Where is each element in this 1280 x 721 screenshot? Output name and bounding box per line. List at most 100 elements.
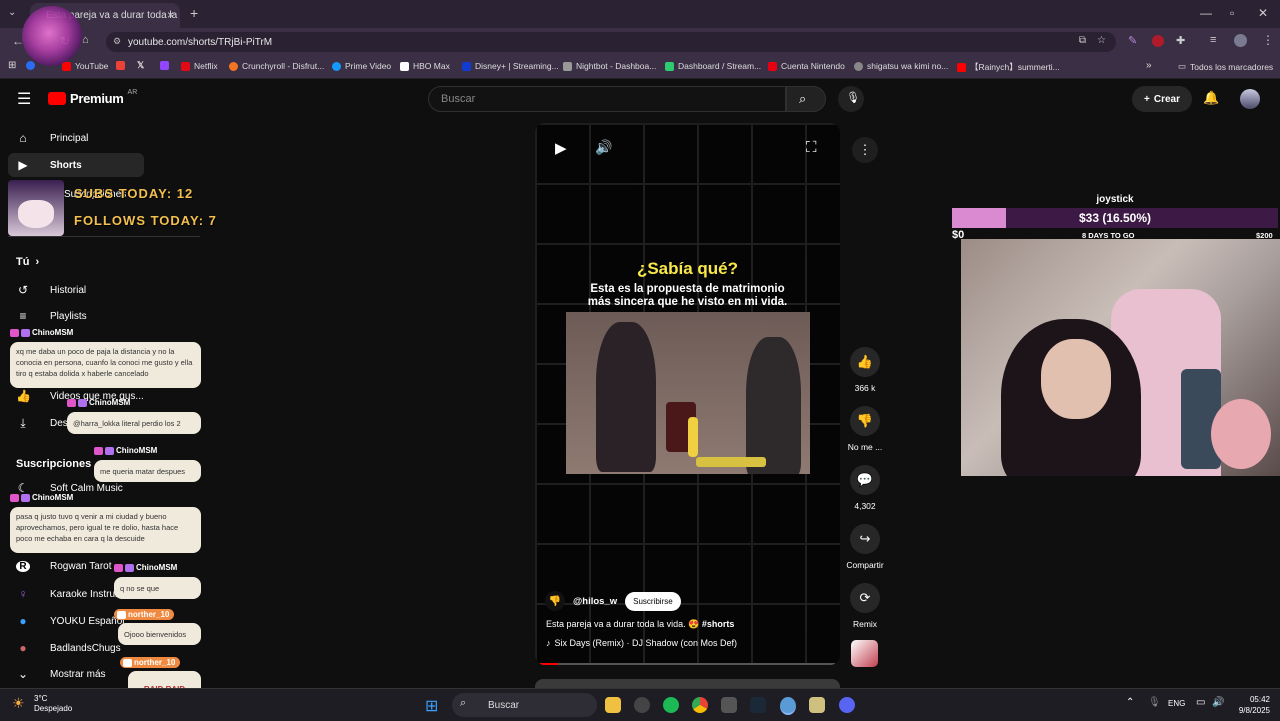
url-field[interactable]: ⚙ youtube.com/shorts/TRjBi-PiTrM ⧉ ☆: [106, 32, 1116, 52]
video-progress-track[interactable]: [540, 663, 835, 665]
chat-username: ChinoMSM: [94, 446, 157, 455]
install-icon[interactable]: ⧉: [1079, 35, 1086, 46]
tab-search-icon[interactable]: ≡: [1210, 34, 1216, 46]
heart-badge-icon: [21, 493, 30, 502]
windows-start-icon[interactable]: ⊞: [425, 696, 438, 716]
bookmark-crunchyroll[interactable]: Crunchyroll - Disfrut...: [229, 61, 324, 71]
like-button[interactable]: 👍 366 k: [845, 347, 885, 393]
profile-avatar[interactable]: [1234, 34, 1247, 47]
hamburger-menu-icon[interactable]: ☰: [17, 89, 31, 109]
close-tab-icon[interactable]: ×: [167, 8, 174, 22]
channel-name[interactable]: @hilos_w: [573, 596, 617, 607]
comments-button[interactable]: 💬 4,302: [845, 465, 885, 511]
bookmark-star-icon[interactable]: ☆: [1097, 35, 1106, 46]
weather-icon[interactable]: ☀: [12, 695, 25, 712]
pen-icon[interactable]: ✎: [1128, 34, 1137, 47]
weather-widget[interactable]: 3°C Despejado: [34, 694, 72, 714]
gmail-icon[interactable]: [116, 61, 125, 70]
voice-search-button[interactable]: 🎙: [838, 86, 864, 112]
chat-message: q no se que: [114, 577, 201, 599]
minimize-icon[interactable]: —: [1200, 6, 1212, 20]
file-explorer-icon[interactable]: [605, 697, 621, 713]
bookmark-rainych[interactable]: 【Rainych】summerti...: [957, 61, 1060, 73]
mic-tray-icon[interactable]: 🎙: [1148, 697, 1161, 708]
sidebar-item-you[interactable]: Tú ›: [16, 256, 39, 268]
clock[interactable]: 05:42 9/8/2025: [1226, 694, 1270, 716]
language-indicator[interactable]: ENG: [1168, 699, 1185, 708]
person-left: [596, 322, 656, 472]
bookmark-netflix[interactable]: Netflix: [181, 61, 218, 71]
audio-thumbnail[interactable]: [851, 640, 878, 667]
twitch-icon[interactable]: [160, 61, 169, 70]
youtube-play-logo-icon: [48, 92, 66, 105]
channel-avatar-icon[interactable]: 👎: [545, 591, 565, 611]
plus-icon: +: [1144, 93, 1150, 105]
browser-active-icon[interactable]: [780, 697, 796, 715]
volume-tray-icon[interactable]: 🔊: [1212, 697, 1224, 708]
more-options-icon[interactable]: ⋮: [852, 137, 878, 163]
menu-dots-icon[interactable]: ⋮: [1262, 33, 1274, 47]
ublock-icon[interactable]: [1152, 35, 1164, 47]
sidebar-item-home[interactable]: ⌂ Principal: [16, 131, 88, 145]
search-input[interactable]: Buscar: [428, 86, 786, 112]
network-icon[interactable]: ▭: [1196, 697, 1205, 708]
all-bookmarks-folder[interactable]: ▭ Todos los marcadores: [1178, 61, 1273, 72]
app-icon[interactable]: [721, 697, 737, 713]
taskbar-search[interactable]: ⌕ Buscar: [452, 693, 597, 717]
channel-youku-espanol[interactable]: ● YOUKU Español: [16, 614, 124, 628]
address-bar-row: ← → ↻ ⌂ ⚙ youtube.com/shorts/TRjBi-PiTrM…: [0, 28, 1280, 56]
youtube-logo[interactable]: Premium AR: [48, 89, 137, 106]
channel-rogwan-tarot[interactable]: R Rogwan Tarot: [16, 561, 112, 572]
app-icon[interactable]: [809, 697, 825, 713]
apps-grid-icon[interactable]: ⊞: [8, 60, 16, 71]
bookmark-hbo-max[interactable]: HBO Max: [400, 61, 450, 71]
fullscreen-icon[interactable]: ⛶: [806, 139, 817, 156]
sidebar-item-shorts[interactable]: ▶ Shorts: [8, 153, 144, 177]
steam-icon[interactable]: [750, 697, 766, 713]
create-button[interactable]: + Crear: [1132, 86, 1192, 112]
discord-icon[interactable]: [839, 697, 855, 713]
search-button[interactable]: ⌕: [786, 86, 826, 112]
bookmark-favicon-icon[interactable]: [26, 61, 35, 70]
remix-button[interactable]: ⟳ Remix: [845, 583, 885, 629]
extensions-icon[interactable]: ✚: [1176, 34, 1185, 47]
x-icon[interactable]: 𝕏: [137, 60, 144, 71]
tab-list-icon[interactable]: ⌄: [8, 7, 16, 18]
subscribe-button[interactable]: Suscribirse: [625, 591, 681, 611]
bookmark-dashboard[interactable]: Dashboard / Stream...: [665, 61, 761, 71]
music-row[interactable]: ♪ Six Days (Remix) · DJ Shadow (con Mos D…: [546, 638, 737, 648]
account-avatar[interactable]: [1240, 89, 1260, 109]
spotify-icon[interactable]: [663, 697, 679, 713]
more-bookmarks-icon[interactable]: »: [1146, 60, 1152, 71]
bookmark-nintendo[interactable]: Cuenta Nintendo: [768, 61, 845, 71]
url-text: youtube.com/shorts/TRjBi-PiTrM: [128, 36, 273, 48]
bookmark-shigatsu[interactable]: shigatsu wa kimi no...: [854, 61, 948, 71]
tray-chevron-icon[interactable]: ⌃: [1126, 697, 1134, 708]
chat-message: Ojooo bienvenidos: [118, 623, 201, 645]
notifications-bell-icon[interactable]: 🔔: [1203, 90, 1219, 106]
bookmark-disney[interactable]: Disney+ | Streaming...: [462, 61, 559, 71]
home-icon[interactable]: ⌂: [82, 34, 89, 46]
bookmark-youtube[interactable]: YouTube: [62, 61, 108, 71]
sidebar-show-more[interactable]: ⌄ Mostrar más: [16, 667, 106, 681]
hashtag-link[interactable]: #shorts: [702, 619, 735, 629]
bookmark-prime-video[interactable]: Prime Video: [332, 61, 391, 71]
sidebar-item-playlists[interactable]: ≡ Playlists: [16, 309, 86, 323]
chrome-icon[interactable]: [692, 697, 708, 713]
share-button[interactable]: ↪ Compartir: [840, 524, 890, 570]
volume-icon[interactable]: 🔊: [595, 139, 612, 156]
new-tab-icon[interactable]: +: [190, 5, 198, 21]
play-icon[interactable]: ▶: [555, 139, 567, 157]
sidebar-item-history[interactable]: ↺ Historial: [16, 283, 86, 297]
shorts-video-player[interactable]: ▶ 🔊 ⛶ ¿Sabía qué? Esta es la propuesta d…: [535, 123, 840, 665]
maximize-icon[interactable]: ▫: [1230, 6, 1234, 20]
app-icon[interactable]: [634, 697, 650, 713]
close-window-icon[interactable]: ✕: [1258, 6, 1268, 20]
disney-favicon-icon: [462, 61, 471, 71]
channel-badlandschugs[interactable]: ● BadlandsChugs: [16, 641, 120, 655]
next-short-preview[interactable]: [535, 679, 840, 688]
channel-avatar-icon: ●: [19, 641, 27, 655]
site-info-icon[interactable]: ⚙: [113, 36, 121, 47]
dislike-button[interactable]: 👎 No me ...: [845, 406, 885, 452]
bookmark-nightbot[interactable]: Nightbot - Dashboa...: [563, 61, 656, 71]
